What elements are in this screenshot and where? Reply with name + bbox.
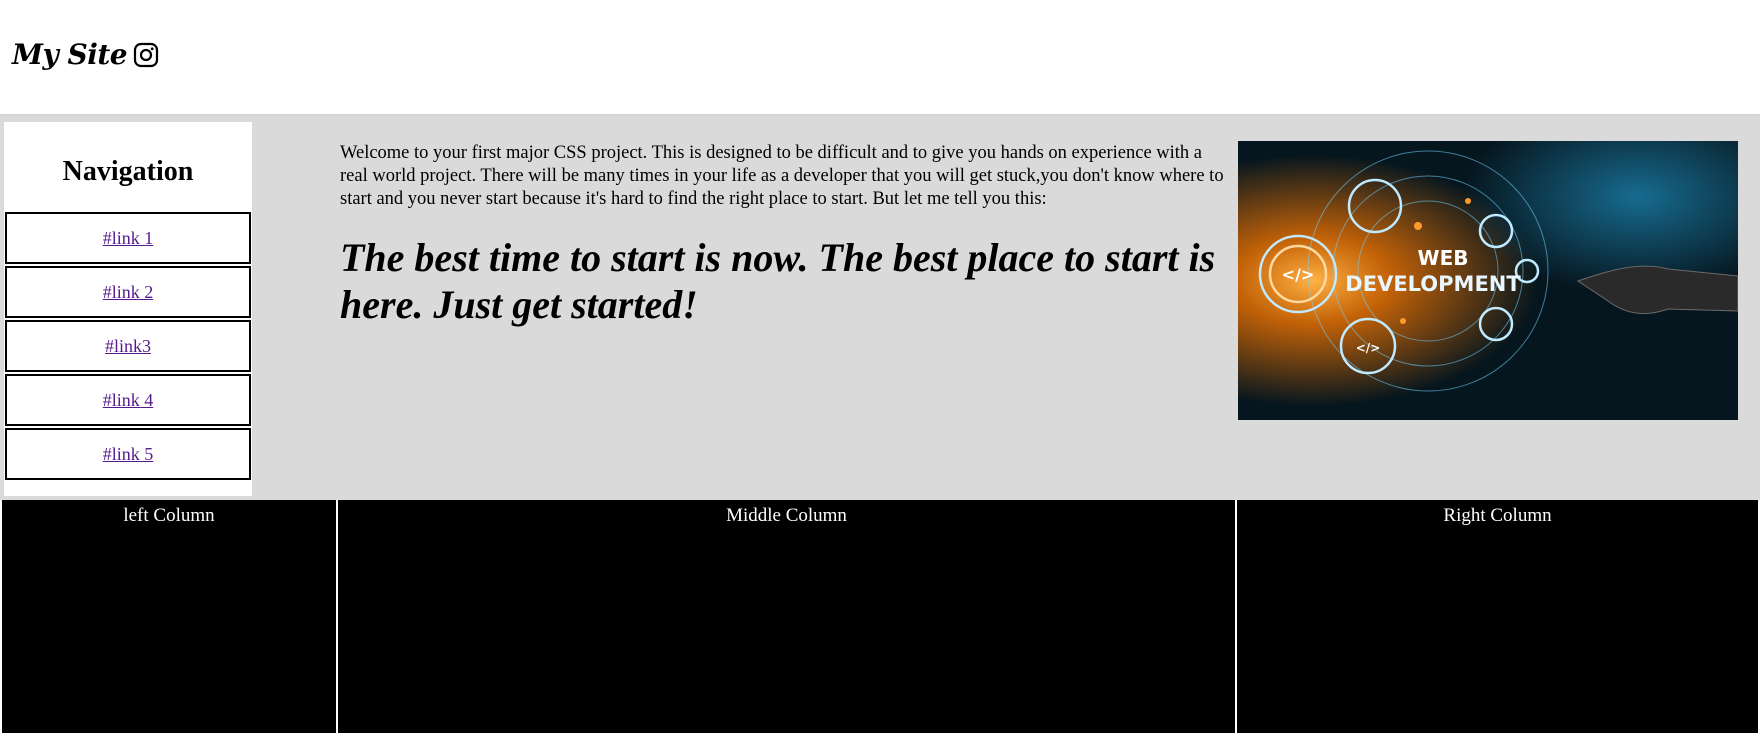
- left-column-label: left Column: [123, 505, 215, 526]
- left-column: left Column: [2, 500, 336, 733]
- navigation-list: #link 1 #link 2 #link3 #link 4 #link 5: [5, 212, 251, 482]
- intro-paragraph: Welcome to your first major CSS project.…: [340, 143, 1224, 209]
- site-title[interactable]: My Site: [12, 38, 128, 71]
- main-section: Navigation #link 1 #link 2 #link3 #link …: [0, 116, 1760, 500]
- nav-link-3[interactable]: #link3: [5, 320, 251, 372]
- site-logo[interactable]: My Site: [12, 38, 159, 71]
- nav-link-2[interactable]: #link 2: [5, 266, 251, 318]
- svg-text:WEB: WEB: [1418, 246, 1469, 270]
- navigation-panel: Navigation #link 1 #link 2 #link3 #link …: [4, 122, 252, 496]
- site-header: My Site: [0, 0, 1760, 116]
- hero-image: </> </> WEB DEVELOPMENT: [1238, 141, 1738, 420]
- right-column: Right Column: [1237, 500, 1758, 733]
- instagram-icon[interactable]: [133, 42, 159, 68]
- nav-link-1[interactable]: #link 1: [5, 212, 251, 264]
- nav-link-4[interactable]: #link 4: [5, 374, 251, 426]
- right-column-label: Right Column: [1443, 505, 1552, 526]
- middle-column: Middle Column: [338, 500, 1235, 733]
- headline: The best time to start is now. The best …: [340, 235, 1216, 327]
- svg-text:</>: </>: [1282, 265, 1315, 284]
- svg-text:DEVELOPMENT: DEVELOPMENT: [1345, 272, 1521, 296]
- columns-row: left Column Middle Column Right Column: [0, 500, 1760, 733]
- nav-link-5[interactable]: #link 5: [5, 428, 251, 480]
- svg-text:</>: </>: [1356, 341, 1381, 355]
- middle-column-label: Middle Column: [726, 505, 847, 526]
- navigation-title: Navigation: [62, 156, 194, 187]
